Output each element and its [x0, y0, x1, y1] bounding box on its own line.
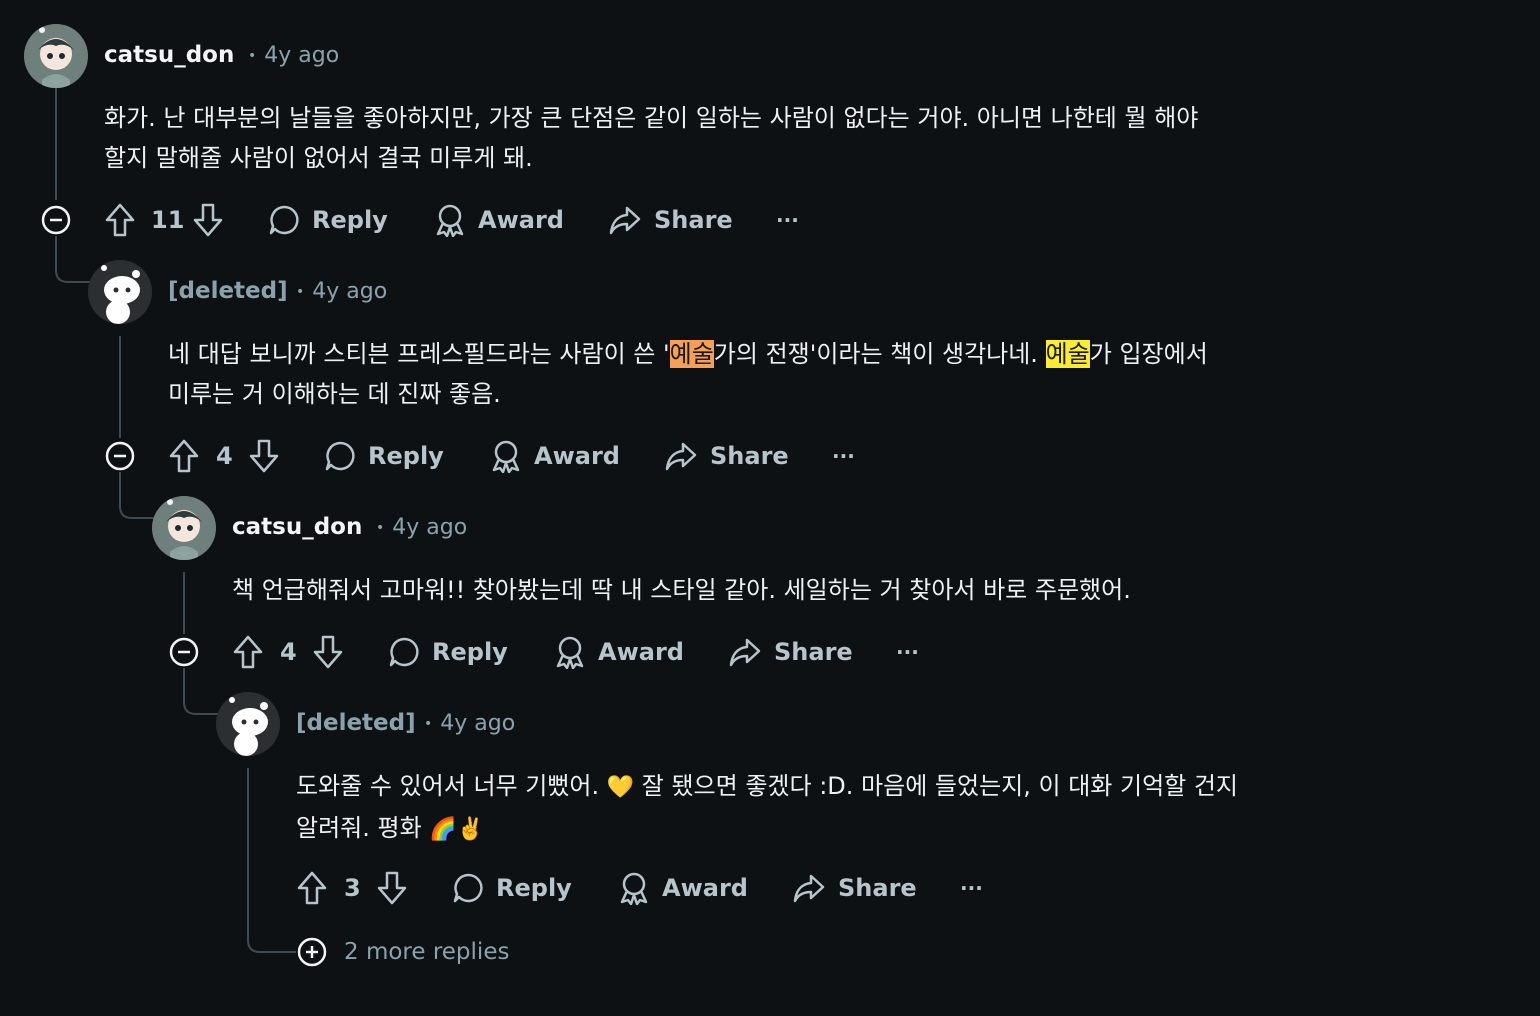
upvote-button[interactable]	[296, 868, 328, 908]
vote-score: 3	[344, 874, 361, 902]
more-options-icon: ···	[960, 876, 983, 900]
rainbow-peace-emoji: 🌈✌️	[429, 817, 485, 842]
more-options-button[interactable]: ···	[960, 868, 983, 908]
comment-icon	[453, 873, 483, 903]
more-replies-label: 2 more replies	[344, 939, 510, 965]
expand-icon	[297, 937, 327, 967]
comment-4: [deleted] • 4y ago 도와줄 수 있어서 너무 기뻤어. 💛 잘 …	[0, 0, 1540, 1000]
share-icon	[793, 874, 825, 903]
comment-actions: 3 Reply Award Share ···	[296, 868, 1016, 908]
award-icon	[620, 872, 648, 905]
username: [deleted]	[296, 710, 416, 736]
upvote-icon	[297, 871, 327, 905]
share-label: Share	[838, 874, 917, 902]
award-button[interactable]: Award	[618, 868, 748, 908]
downvote-icon	[377, 871, 407, 905]
reply-button[interactable]: Reply	[452, 868, 572, 908]
avatar-snoo[interactable]	[216, 692, 280, 756]
award-label: Award	[662, 874, 748, 902]
downvote-button[interactable]	[376, 868, 408, 908]
timestamp: • 4y ago	[424, 711, 516, 736]
comment-body: 도와줄 수 있어서 너무 기뻤어. 💛 잘 됐으면 좋겠다 :D. 마음에 들었…	[296, 772, 1239, 842]
share-button[interactable]: Share	[792, 868, 917, 908]
yellow-heart-emoji: 💛	[606, 775, 635, 800]
reply-label: Reply	[496, 874, 572, 902]
more-replies-button[interactable]: 2 more replies	[296, 936, 509, 968]
